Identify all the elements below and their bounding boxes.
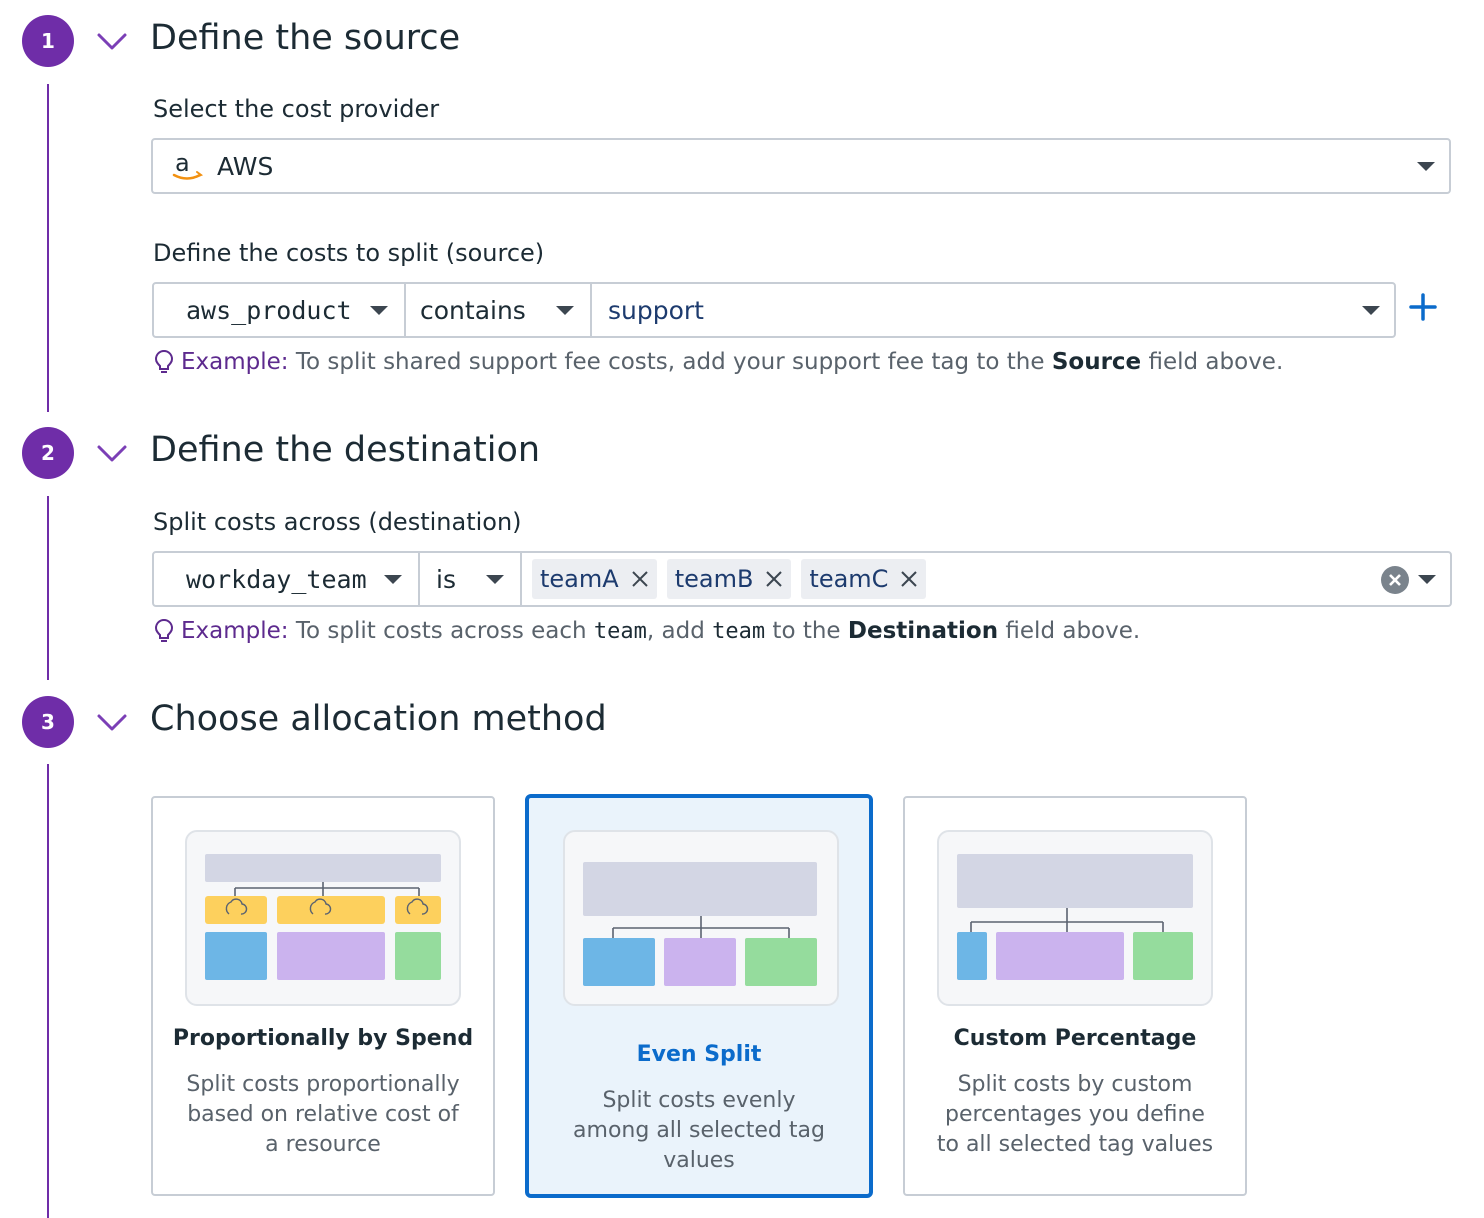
step-2-connector bbox=[47, 496, 49, 680]
costs-to-split-label: Define the costs to split (source) bbox=[153, 239, 545, 267]
method-description: Split costs by custom percentages you de… bbox=[936, 1072, 1214, 1157]
even-split-illustration bbox=[563, 830, 839, 1006]
destination-hint: Example: To split costs across each team… bbox=[153, 617, 1140, 645]
hint-bold: Destination bbox=[847, 618, 999, 644]
method-title: Proportionally by Spend bbox=[172, 1026, 474, 1051]
caret-down-icon bbox=[370, 306, 388, 315]
hint-text: To split shared support fee costs, add y… bbox=[295, 349, 1045, 375]
hint-text: field above. bbox=[1148, 349, 1284, 375]
tag-chip: teamC bbox=[801, 559, 927, 599]
lightbulb-icon bbox=[154, 618, 174, 642]
source-tag-value-select[interactable]: support bbox=[592, 284, 1394, 336]
caret-down-icon bbox=[1417, 162, 1435, 171]
hint-text: To split costs across each bbox=[295, 618, 587, 644]
source-tag-value: support bbox=[608, 295, 704, 325]
add-filter-icon[interactable] bbox=[1408, 292, 1438, 322]
method-description: Split costs evenly among all selected ta… bbox=[573, 1088, 825, 1173]
hint-prefix: Example: bbox=[181, 618, 289, 644]
svg-text:a: a bbox=[175, 151, 190, 177]
step-1-badge: 1 bbox=[22, 15, 74, 67]
cost-provider-label: Select the cost provider bbox=[153, 95, 440, 123]
cost-provider-value: AWS bbox=[217, 152, 274, 181]
step-2-title: Define the destination bbox=[150, 430, 541, 470]
method-description: Split costs proportionally based on rela… bbox=[186, 1072, 460, 1157]
hint-text: , add bbox=[646, 618, 705, 644]
method-card-proportional[interactable]: Proportionally by Spend Split costs prop… bbox=[151, 796, 495, 1196]
lightbulb-icon bbox=[154, 349, 174, 373]
caret-down-icon bbox=[556, 306, 574, 315]
caret-down-icon bbox=[1362, 306, 1380, 315]
step-2-badge: 2 bbox=[22, 427, 74, 479]
destination-label: Split costs across (destination) bbox=[153, 508, 522, 536]
method-title: Even Split bbox=[636, 1042, 762, 1067]
amazon-logo-icon: a bbox=[172, 151, 204, 180]
tag-chip-label: teamA bbox=[540, 565, 619, 593]
destination-tag-key-select[interactable]: workday_team bbox=[154, 553, 420, 605]
remove-icon[interactable] bbox=[765, 570, 783, 588]
hint-bold: Source bbox=[1051, 349, 1142, 375]
step-3-badge: 3 bbox=[22, 696, 74, 748]
step-3-title: Choose allocation method bbox=[150, 699, 607, 739]
caret-down-icon bbox=[486, 575, 504, 584]
hint-prefix: Example: bbox=[181, 349, 289, 375]
destination-tag-key-value: workday_team bbox=[186, 564, 367, 594]
remove-icon[interactable] bbox=[631, 570, 649, 588]
method-card-even-split[interactable]: Even Split Split costs evenly among all … bbox=[525, 794, 873, 1198]
destination-operator-value: is bbox=[436, 564, 456, 594]
chevron-down-icon[interactable] bbox=[96, 712, 128, 734]
caret-down-icon bbox=[1418, 575, 1436, 584]
remove-icon[interactable] bbox=[900, 570, 918, 588]
source-hint: Example: To split shared support fee cos… bbox=[153, 348, 1283, 376]
cost-provider-select[interactable]: a AWS bbox=[151, 138, 1451, 194]
source-operator-value: contains bbox=[420, 295, 526, 325]
source-query: aws_product contains support bbox=[152, 282, 1396, 338]
proportional-illustration bbox=[185, 830, 461, 1006]
destination-query: workday_team is teamA teamB teamC bbox=[152, 551, 1452, 607]
caret-down-icon bbox=[384, 575, 402, 584]
tag-chip: teamB bbox=[666, 559, 792, 599]
destination-values-select[interactable]: teamA teamB teamC bbox=[522, 553, 1450, 605]
custom-percentage-illustration bbox=[937, 830, 1213, 1006]
tag-chip-label: teamC bbox=[809, 565, 889, 593]
method-title: Custom Percentage bbox=[953, 1026, 1197, 1051]
hint-text: to the bbox=[772, 618, 841, 644]
source-tag-key-value: aws_product bbox=[186, 295, 352, 325]
source-tag-key-select[interactable]: aws_product bbox=[154, 284, 406, 336]
hint-code: team bbox=[712, 618, 766, 644]
chevron-down-icon[interactable] bbox=[96, 31, 128, 53]
tag-chip: teamA bbox=[532, 559, 657, 599]
hint-code: team bbox=[593, 618, 647, 644]
hint-text: field above. bbox=[1005, 618, 1141, 644]
step-1-connector bbox=[47, 84, 49, 412]
clear-all-icon[interactable] bbox=[1380, 565, 1410, 595]
destination-operator-select[interactable]: is bbox=[420, 553, 522, 605]
source-operator-select[interactable]: contains bbox=[406, 284, 592, 336]
tag-chip-label: teamB bbox=[674, 565, 754, 593]
step-1-title: Define the source bbox=[150, 18, 461, 58]
chevron-down-icon[interactable] bbox=[96, 443, 128, 465]
step-3-connector bbox=[47, 764, 49, 1218]
method-card-custom-percentage[interactable]: Custom Percentage Split costs by custom … bbox=[903, 796, 1247, 1196]
